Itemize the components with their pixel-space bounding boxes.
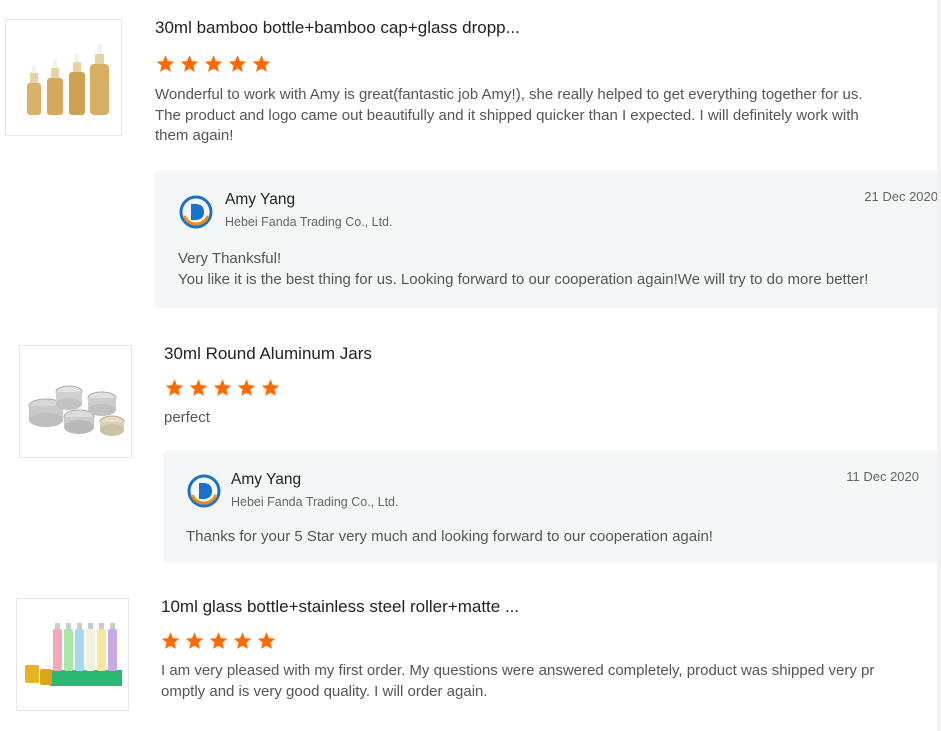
company-logo-icon: [179, 195, 213, 229]
review-text-line: them again!: [155, 127, 234, 144]
rating-stars: [155, 54, 272, 74]
aluminum-jars-image: [28, 385, 124, 436]
product-thumbnail[interactable]: [5, 19, 122, 136]
reply-text: Thanks for your 5 Star very much and loo…: [186, 526, 926, 547]
star-icon: [185, 632, 204, 649]
product-title[interactable]: 10ml glass bottle+stainless steel roller…: [161, 597, 519, 617]
star-icon: [156, 55, 175, 72]
review-text-line: perfect: [164, 409, 210, 426]
star-icon: [237, 379, 256, 396]
reply-text-line: You like it is the best thing for us. Lo…: [178, 271, 869, 288]
product-title[interactable]: 30ml bamboo bottle+bamboo cap+glass drop…: [155, 18, 520, 38]
reply-text-line: Very Thanksful!: [178, 250, 282, 267]
product-thumbnail[interactable]: [19, 345, 132, 458]
reply-author-name: Amy Yang: [231, 471, 302, 488]
star-icon: [204, 55, 223, 72]
star-icon: [233, 632, 252, 649]
star-icon: [209, 632, 228, 649]
reply-text-line: Thanks for your 5 Star very much and loo…: [186, 528, 713, 545]
review-text: perfect: [164, 408, 924, 429]
review-text: Wonderful to work with Amy is great(fant…: [155, 85, 930, 147]
reply-date: 21 Dec 2020: [864, 189, 938, 204]
reply-company-name: Hebei Fanda Trading Co., Ltd.: [231, 495, 399, 509]
reply-date: 11 Dec 2020: [846, 469, 919, 484]
star-icon: [165, 379, 184, 396]
scrollbar[interactable]: [937, 0, 941, 731]
star-icon: [261, 379, 280, 396]
roller-bottles-image: [24, 622, 122, 686]
rating-stars: [160, 631, 277, 651]
star-icon: [257, 632, 276, 649]
product-thumbnail[interactable]: [16, 598, 129, 711]
star-icon: [161, 632, 180, 649]
star-icon: [228, 55, 247, 72]
review-text: I am very pleased with my first order. M…: [161, 661, 931, 702]
star-icon: [180, 55, 199, 72]
bamboo-bottles-image: [26, 43, 109, 115]
seller-reply: Amy Yang Hebei Fanda Trading Co., Ltd. 2…: [154, 170, 941, 308]
seller-reply: Amy Yang Hebei Fanda Trading Co., Ltd. 1…: [163, 450, 941, 563]
reply-company-name: Hebei Fanda Trading Co., Ltd.: [225, 215, 393, 229]
review-text-line: omptly and is very good quality. I will …: [161, 682, 488, 700]
rating-stars: [164, 378, 281, 398]
review-text-line: I am very pleased with my first order. M…: [161, 662, 875, 679]
reply-text: Very Thanksful! You like it is the best …: [178, 248, 938, 290]
review-text-line: Wonderful to work with Amy is great(fant…: [155, 86, 863, 103]
star-icon: [213, 379, 232, 396]
company-logo-icon: [187, 474, 221, 508]
star-icon: [252, 55, 271, 72]
review-text-line: The product and logo came out beautifull…: [155, 106, 859, 124]
product-title[interactable]: 30ml Round Aluminum Jars: [164, 344, 372, 364]
star-icon: [189, 379, 208, 396]
reply-author-name: Amy Yang: [225, 191, 296, 208]
